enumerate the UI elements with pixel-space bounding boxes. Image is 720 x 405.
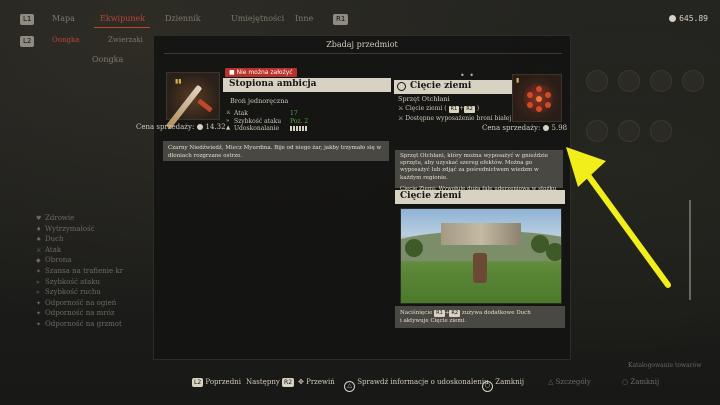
sell-price: Cena sprzedaży: 14.32 xyxy=(136,123,226,131)
abyss-shield-icon xyxy=(521,81,555,115)
item-thumbnail: ▮▮ xyxy=(165,72,220,130)
active-tab-underline xyxy=(94,27,150,28)
next-prompt[interactable]: Następny R2 xyxy=(246,378,295,387)
scroll-prompt[interactable]: ✥ Przewiń xyxy=(298,378,335,386)
ability-header: Cięcie ziemi xyxy=(395,190,565,204)
cannot-equip-badge: ■ Nie można założyć xyxy=(225,68,297,77)
l1-button-hint[interactable]: L1 xyxy=(20,14,35,25)
stat-row: ✶ Szansa na trafienie kr xyxy=(36,266,123,275)
stat-row: ⚔ Atak xyxy=(36,245,62,254)
tab-mapa[interactable]: Mapa xyxy=(52,14,75,23)
sell-price: Cena sprzedaży: 5.98 xyxy=(482,124,568,132)
check-upgrade-prompt[interactable]: △ Sprawdź informacje o udoskonaleniu xyxy=(344,378,489,392)
character-name: Oongka xyxy=(92,55,124,64)
bg-catalog-prompt: Katalogowanie towarów xyxy=(628,362,702,369)
stat-row: ♥ Zdrowie xyxy=(36,214,75,222)
item-slot xyxy=(682,70,704,92)
sword-icon: ⚔ xyxy=(226,110,231,116)
r1-key-icon: R1 xyxy=(448,106,460,113)
bg-close-prompt: ○ Zamknij xyxy=(622,378,660,386)
r1-button-hint[interactable]: R1 xyxy=(333,14,349,25)
scrollbar[interactable] xyxy=(689,200,691,300)
stat-row: ♦ Wytrzymałość xyxy=(36,224,95,233)
item-description-right: Sprzęt Otchłani, który można wyposażyć w… xyxy=(395,150,563,199)
speed-icon: » xyxy=(226,117,230,124)
item-name-header: Stopiona ambicja xyxy=(223,78,391,92)
divider xyxy=(164,53,562,54)
l2-key-icon: L2 xyxy=(192,378,204,387)
tab-ekwipunek[interactable]: Ekwipunek xyxy=(100,14,145,23)
equip-note: ⚔ Dostępne wyposażenie broni białej xyxy=(398,115,512,122)
item-card-right: Cięcie ziemi Sprzęt Otchłani ⚔ Cięcie zi… xyxy=(394,74,570,138)
item-name: Cięcie ziemi xyxy=(410,81,472,91)
item-slot xyxy=(618,70,640,92)
item-name-header: Cięcie ziemi xyxy=(394,80,514,94)
r2-key-icon: R2 xyxy=(464,106,475,113)
coin-icon xyxy=(196,124,203,130)
item-type: Sprzęt Otchłani xyxy=(398,95,450,103)
tab-dziennik[interactable]: Dziennik xyxy=(165,14,201,23)
background-stat-list: ♥ Zdrowie ♦ Wytrzymałość ♠ Duch ⚔ Atak ◆ Obro… xyxy=(36,213,123,330)
stat-row: ✦ Odporność na grzmot xyxy=(36,319,122,328)
upgrade-bar xyxy=(290,126,308,131)
coin-icon xyxy=(669,15,677,22)
right-stick-icon: ✥ xyxy=(298,378,304,386)
lock-icon: ■ xyxy=(229,69,237,76)
stat-row: ✦ Odporność na mróz xyxy=(36,309,115,318)
subtab-oongka[interactable]: Oongka xyxy=(52,36,79,44)
abyss-gear-icon xyxy=(397,82,406,91)
triangle-button-icon: △ xyxy=(548,378,554,386)
circle-button-icon: ○ xyxy=(622,378,629,386)
item-card-left: ▮▮ Cena sprzedaży: 14.32 ■ Nie można zał… xyxy=(136,68,392,146)
currency-display: 645.89 xyxy=(669,14,708,23)
stat-attack-speed: » Szybkość ataku Poz. 2 xyxy=(226,117,309,125)
currency-value: 645.89 xyxy=(679,14,708,23)
item-thumbnail: ▮ xyxy=(512,74,562,122)
tab-inne[interactable]: Inne xyxy=(295,14,313,23)
item-slot xyxy=(650,70,672,92)
item-slot xyxy=(618,120,640,142)
item-type: Broń jednoręczna xyxy=(230,97,289,105)
skill-line: ⚔ Cięcie ziemi ( R1 + R2 ) xyxy=(398,105,480,113)
sword-guard-icon xyxy=(197,98,213,113)
subtab-zwierzaki[interactable]: Zwierzaki xyxy=(108,36,143,44)
rarity-bars-icon: ▮ xyxy=(516,77,520,84)
stat-upgrade: ▲ Udoskonalanie xyxy=(226,125,386,133)
ability-description: Naciśnięcie R1 + R2 zużywa dodatkowe Duch … xyxy=(395,306,565,328)
stat-row: » Szybkość ataku xyxy=(36,277,101,286)
highlight-arrow-icon xyxy=(566,147,671,288)
triangle-button-icon: △ xyxy=(344,381,355,392)
stat-attack: ⚔ Atak 17 xyxy=(226,110,298,117)
stat-row: ♠ Duch xyxy=(36,235,64,244)
rarity-bars-icon: ▮▮ xyxy=(175,78,182,85)
stat-row: ◆ Obrona xyxy=(36,256,72,265)
item-stats: ⚔ Atak 17 » Szybkość ataku Poz. 2 ▲ Udos… xyxy=(226,110,386,133)
tab-umiejetnosci[interactable]: Umiejętności xyxy=(231,14,284,23)
button-prompts: L2 Poprzedni Następny R2 ✥ Przewiń △ Spr… xyxy=(0,362,720,394)
ability-title: Cięcie ziemi xyxy=(400,191,462,201)
top-bar: L1 Mapa Ekwipunek Dziennik Umiejętności … xyxy=(0,0,720,34)
r2-key-icon: R2 xyxy=(282,378,295,387)
item-slot xyxy=(650,120,672,142)
item-name: Stopiona ambicja xyxy=(229,79,317,89)
item-description-left: Czarny Niedźwiedź, Miecz Myurdina. Bije … xyxy=(163,141,389,161)
item-slot xyxy=(586,70,608,92)
coin-icon xyxy=(542,125,549,131)
stat-row: ✦ Odporność na ogień xyxy=(36,298,117,307)
stat-row: » Szybkość ruchu xyxy=(36,288,101,297)
r2-key-icon: R2 xyxy=(449,310,461,317)
upgrade-icon: ▲ xyxy=(226,125,231,131)
circle-button-icon: ○ xyxy=(482,381,493,392)
l2-button-hint[interactable]: L2 xyxy=(20,36,35,47)
ability-preview-image xyxy=(400,208,562,304)
character-figure xyxy=(473,253,487,283)
close-prompt[interactable]: ○ Zamknij xyxy=(482,378,524,392)
prev-prompt[interactable]: L2 Poprzedni xyxy=(192,378,241,387)
panel-title: Zbadaj przedmiot xyxy=(326,40,398,49)
item-slot xyxy=(586,120,608,142)
bg-details-prompt: △ Szczegóły xyxy=(548,378,591,386)
r1-key-icon: R1 xyxy=(434,310,445,317)
castle-image xyxy=(441,223,521,245)
